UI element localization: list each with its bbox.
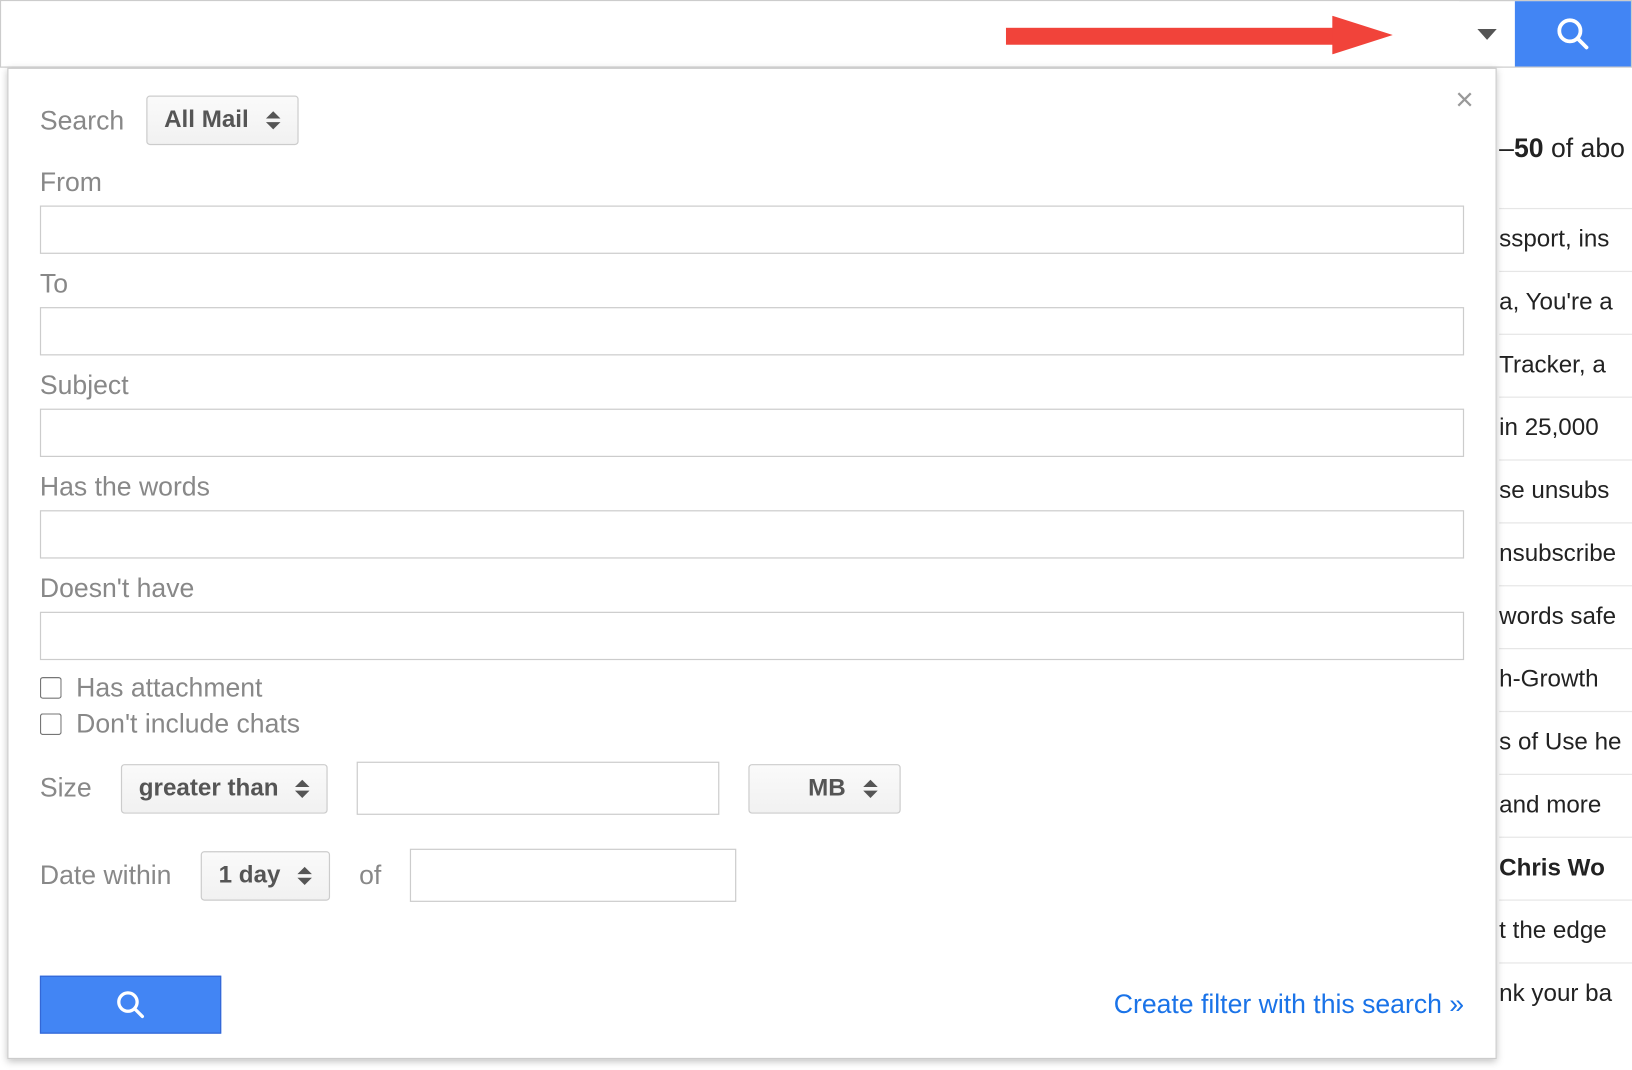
mail-row-fragment: h-Growth: [1499, 648, 1632, 711]
subject-label: Subject: [40, 370, 1464, 401]
search-icon: [115, 989, 146, 1020]
exclude-chats-checkbox[interactable]: [40, 713, 62, 735]
mail-row-fragment: se unsubs: [1499, 459, 1632, 522]
has-attachment-label: Has attachment: [76, 672, 262, 703]
has-words-input[interactable]: [40, 510, 1464, 558]
mail-row-fragment: nk your ba: [1499, 962, 1632, 1025]
has-attachment-checkbox[interactable]: [40, 677, 62, 699]
from-input[interactable]: [40, 206, 1464, 254]
mail-row-fragment: in 25,000: [1499, 397, 1632, 460]
size-comparator-select[interactable]: greater than: [121, 763, 328, 813]
doesnt-have-label: Doesn't have: [40, 573, 1464, 604]
size-unit-select[interactable]: MB: [749, 763, 900, 813]
search-options-dropdown-trigger[interactable]: [1459, 1, 1515, 66]
size-unit-value: MB: [808, 774, 846, 802]
mail-row-fragment: s of Use he: [1499, 711, 1632, 774]
select-caret-icon: [295, 779, 310, 797]
to-label: To: [40, 268, 1464, 299]
counter-count: 50: [1514, 133, 1544, 163]
mail-row-fragment: ssport, ins: [1499, 208, 1632, 271]
select-caret-icon: [863, 779, 878, 797]
close-icon: ×: [1455, 81, 1473, 117]
search-button[interactable]: [1515, 1, 1631, 66]
size-label: Size: [40, 773, 92, 804]
mail-row-fragment: words safe: [1499, 585, 1632, 648]
close-button[interactable]: ×: [1455, 83, 1473, 114]
advanced-search-submit-button[interactable]: [40, 976, 221, 1034]
has-words-label: Has the words: [40, 472, 1464, 503]
select-caret-icon: [297, 866, 312, 884]
date-within-label: Date within: [40, 860, 172, 891]
date-within-select[interactable]: 1 day: [201, 851, 331, 901]
mail-row-fragment: nsubscribe: [1499, 522, 1632, 585]
search-scope-label: Search: [40, 105, 124, 136]
to-input[interactable]: [40, 307, 1464, 355]
search-scope-select[interactable]: All Mail: [146, 96, 298, 146]
counter-prefix: –: [1499, 133, 1514, 163]
mail-row-fragment: Chris Wo: [1499, 837, 1632, 900]
mail-row-fragment: a, You're a: [1499, 271, 1632, 334]
background-mail-list: –50 of abo ssport, insa, You're a Tracke…: [1499, 133, 1632, 1025]
counter-suffix: of abo: [1544, 133, 1625, 163]
mail-row-fragment: Tracker, a: [1499, 334, 1632, 397]
of-label: of: [359, 860, 381, 891]
search-scope-value: All Mail: [164, 106, 249, 134]
create-filter-link[interactable]: Create filter with this search »: [1114, 989, 1464, 1020]
search-input[interactable]: [1, 1, 1459, 66]
subject-input[interactable]: [40, 409, 1464, 457]
results-counter: –50 of abo: [1499, 133, 1632, 164]
select-caret-icon: [266, 111, 281, 129]
search-bar: [0, 0, 1632, 68]
date-within-value: 1 day: [219, 861, 281, 889]
advanced-search-panel: × Search All Mail From To Subject Has th…: [7, 68, 1496, 1059]
size-comparator-value: greater than: [139, 774, 279, 802]
caret-down-icon: [1477, 28, 1496, 39]
exclude-chats-label: Don't include chats: [76, 708, 300, 739]
size-value-input[interactable]: [357, 762, 720, 815]
date-input[interactable]: [410, 849, 736, 902]
search-icon: [1555, 16, 1591, 52]
doesnt-have-input[interactable]: [40, 612, 1464, 660]
mail-row-fragment: t the edge: [1499, 899, 1632, 962]
mail-row-fragment: and more: [1499, 774, 1632, 837]
from-label: From: [40, 167, 1464, 198]
